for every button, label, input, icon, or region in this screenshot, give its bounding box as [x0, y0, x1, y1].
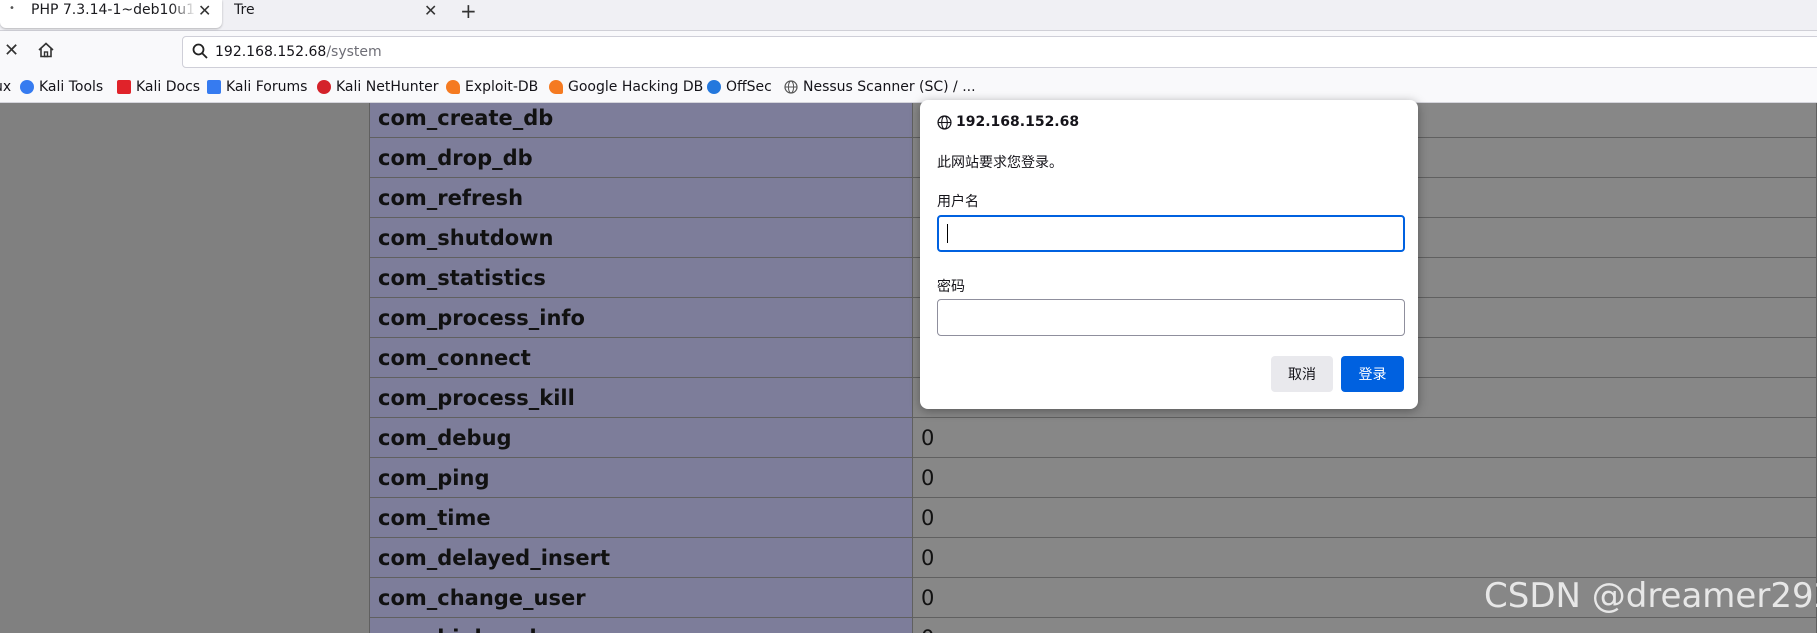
dialog-host-text: 192.168.152.68 [956, 114, 1080, 130]
table-row: com_debug 0 [369, 417, 1817, 458]
bookmark-label: ux [0, 79, 12, 95]
tab-title: Tre [234, 2, 255, 18]
dialog-message: 此网站要求您登录。 [937, 155, 1063, 171]
bookmark-label: Kali NetHunter [336, 79, 439, 95]
url-path: /system [326, 44, 382, 60]
variable-value: 0 [912, 497, 1817, 538]
login-dialog: 192.168.152.68 此网站要求您登录。 用户名 密码 取消 登录 [920, 100, 1418, 409]
bookmark-nessus-scanner[interactable]: Nessus Scanner (SC) / ... [784, 79, 976, 95]
page-content: com_create_db com_drop_db com_refresh com_s… [0, 103, 1817, 633]
url-text: 192.168.152.68/system [215, 44, 382, 60]
url-host: 192.168.152.68 [215, 44, 327, 60]
password-input[interactable] [937, 299, 1405, 336]
variable-name: com_binlog_dump [369, 617, 913, 633]
exploitdb-icon [446, 80, 460, 94]
tab-tre[interactable]: Tre ✕ [228, 0, 446, 28]
globe-icon [784, 80, 798, 94]
variable-name: com_create_db [369, 103, 913, 138]
password-label: 密码 [937, 279, 965, 295]
variable-name: com_debug [369, 417, 913, 458]
kali-icon [20, 80, 34, 94]
tab-strip: • PHP 7.3.14-1~deb10u1 - p ✕ Tre ✕ + [0, 0, 1817, 31]
offsec-icon [707, 80, 721, 94]
table-row: com_ping 0 [369, 457, 1817, 498]
tab-title: PHP 7.3.14-1~deb10u1 - p [31, 2, 196, 18]
variable-value: 0 [912, 537, 1817, 578]
bookmarks-bar: ux Kali Tools Kali Docs Kali Forums Kali… [0, 73, 1817, 103]
stop-loading-icon[interactable]: ✕ [4, 41, 19, 61]
navigation-bar: ✕ 192.168.152.68/system [0, 31, 1817, 73]
tab-close-icon[interactable]: ✕ [424, 1, 437, 20]
variable-name: com_statistics [369, 257, 913, 298]
variable-name: com_connect [369, 337, 913, 378]
bookmark-item[interactable]: ux [0, 79, 11, 95]
variable-name: com_time [369, 497, 913, 538]
kali-forums-icon [207, 80, 221, 94]
table-row: com_time 0 [369, 497, 1817, 538]
bookmark-label: OffSec [726, 79, 772, 95]
login-button[interactable]: 登录 [1341, 356, 1404, 392]
bookmark-exploit-db[interactable]: Exploit-DB [446, 79, 538, 95]
tab-favicon-icon: • [9, 3, 15, 14]
table-row: com_delayed_insert 0 [369, 537, 1817, 578]
username-input[interactable] [937, 215, 1405, 252]
variable-name: com_process_info [369, 297, 913, 338]
kali-docs-icon [117, 80, 131, 94]
bookmark-label: Kali Tools [39, 79, 104, 95]
tab-close-icon[interactable]: ✕ [198, 1, 211, 20]
text-caret [947, 224, 948, 243]
bookmark-label: Kali Forums [226, 79, 308, 95]
bookmark-offsec[interactable]: OffSec [707, 79, 772, 95]
bookmark-google-hacking-db[interactable]: Google Hacking DB [549, 79, 703, 95]
bookmark-kali-docs[interactable]: Kali Docs [117, 79, 200, 95]
variable-name: com_change_user [369, 577, 913, 618]
tab-php-info[interactable]: • PHP 7.3.14-1~deb10u1 - p ✕ [0, 0, 222, 28]
dialog-host: 192.168.152.68 [937, 114, 1079, 130]
table-row: com_binlog_dump0 [369, 617, 1817, 633]
bookmark-label: Kali Docs [136, 79, 201, 95]
variable-name: com_shutdown [369, 217, 913, 258]
bookmark-kali-nethunter[interactable]: Kali NetHunter [317, 79, 438, 95]
cancel-button[interactable]: 取消 [1271, 356, 1333, 392]
url-bar[interactable]: 192.168.152.68/system [182, 36, 1817, 68]
watermark-text: CSDN @dreamer292 [1484, 576, 1817, 616]
ghdb-icon [549, 80, 563, 94]
globe-icon [937, 114, 952, 130]
bookmark-label: Exploit-DB [465, 79, 539, 95]
bookmark-label: Nessus Scanner (SC) / ... [803, 79, 976, 95]
username-label: 用户名 [937, 194, 979, 210]
variable-name: com_process_kill [369, 377, 913, 418]
bookmark-label: Google Hacking DB [568, 79, 704, 95]
variable-value: 0 [912, 457, 1817, 498]
bookmark-kali-tools[interactable]: Kali Tools [20, 79, 103, 95]
bookmark-kali-forums[interactable]: Kali Forums [207, 79, 307, 95]
variable-value: 0 [912, 417, 1817, 458]
variable-name: com_ping [369, 457, 913, 498]
variable-name: com_delayed_insert [369, 537, 913, 578]
home-icon[interactable] [37, 41, 55, 64]
variable-name: com_drop_db [369, 137, 913, 178]
variable-name: com_refresh [369, 177, 913, 218]
new-tab-icon[interactable]: + [460, 0, 477, 22]
nethunter-icon [317, 80, 331, 94]
search-icon [192, 43, 208, 59]
variable-value: 0 [912, 617, 1817, 633]
